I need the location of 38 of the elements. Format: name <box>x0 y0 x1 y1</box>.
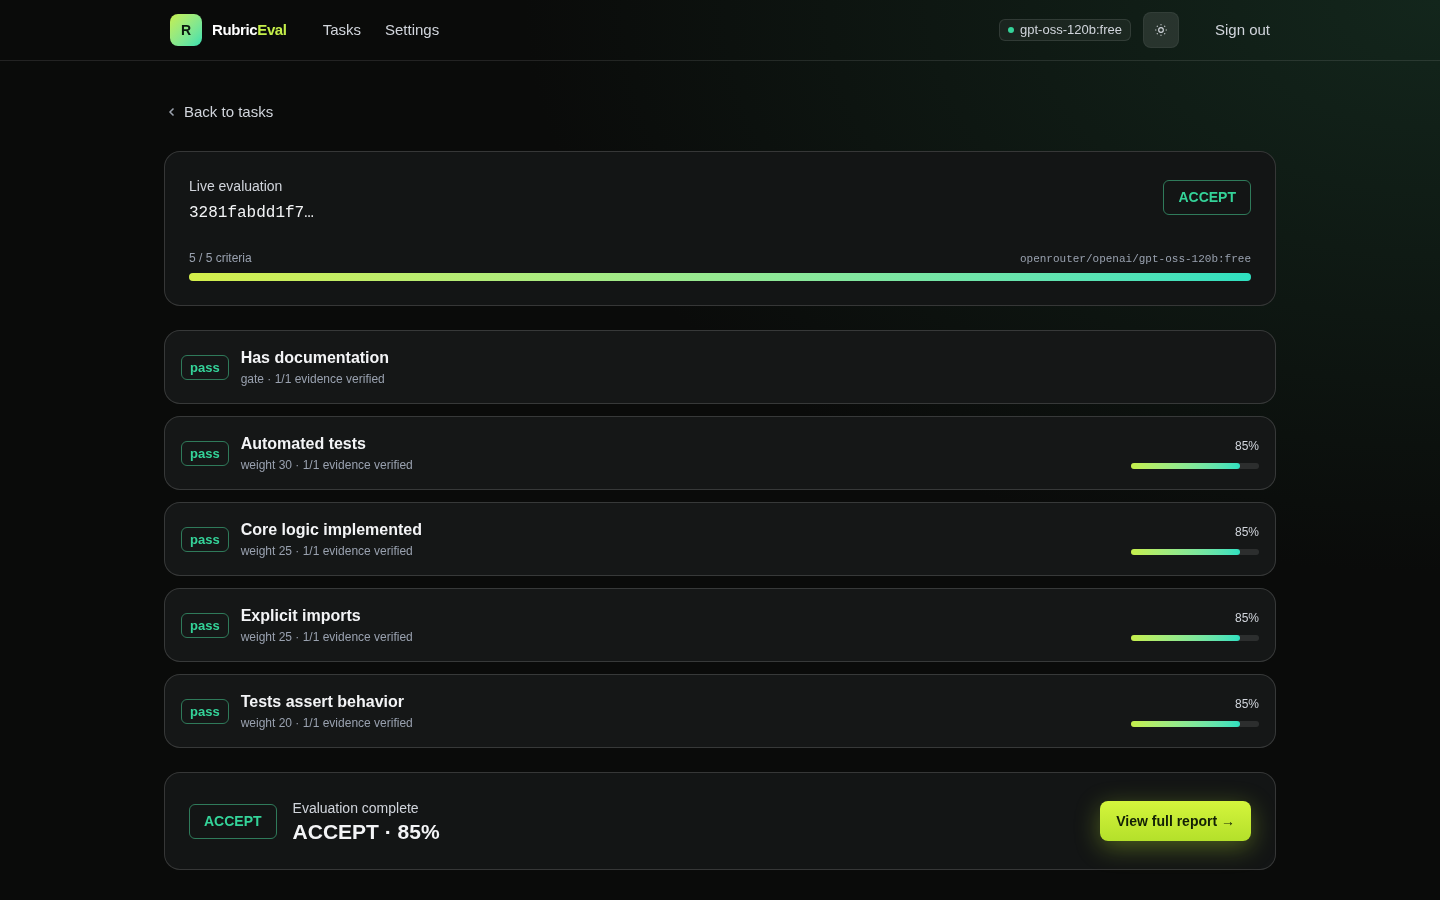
status-badge: pass <box>181 612 229 638</box>
status-badge: pass <box>181 698 229 724</box>
evaluation-id: 3281fabdd1f7… <box>189 203 314 225</box>
verdict-badge: ACCEPT <box>1163 180 1251 216</box>
score-text: 85% <box>1234 696 1259 714</box>
card-label: Live evaluation <box>189 177 284 197</box>
summary-label: Evaluation complete <box>292 798 420 818</box>
criterion-title: Explicit imports <box>240 606 362 627</box>
criterion-meta: gate · 1/1 evidence verified <box>240 371 386 389</box>
score-text: 85% <box>1234 610 1259 628</box>
score-text: 85% <box>1234 438 1259 456</box>
criterion-title: Tests assert behavior <box>240 692 405 713</box>
nav-link[interactable]: Tasks <box>322 18 361 42</box>
criterion-meta: weight 25 · 1/1 evidence verified <box>240 629 413 647</box>
status-badge: pass <box>181 526 229 552</box>
sun-icon <box>1153 23 1168 37</box>
criterion-meta: weight 25 · 1/1 evidence verified <box>240 543 414 561</box>
criterion-meta: weight 20 · 1/1 evidence verified <box>240 715 413 733</box>
model-path: openrouter/openai/gpt-oss-120b:free <box>1019 251 1251 267</box>
model-badge: gpt-oss-120b:free <box>999 19 1131 41</box>
theme-toggle-button[interactable] <box>1142 12 1179 48</box>
criterion-title: Core logic implemented <box>240 520 422 541</box>
status-badge: pass <box>181 440 229 466</box>
progress-text: 5 / 5 criteria <box>189 250 252 268</box>
chevron-left-icon <box>168 107 176 118</box>
criterion-title: Has documentation <box>240 348 390 369</box>
logo-icon: R <box>170 14 202 46</box>
summary-result: ACCEPT · 85% <box>292 818 440 845</box>
back-link[interactable]: Back to tasks <box>168 101 274 124</box>
view-report-button[interactable]: View full report → <box>1100 801 1251 842</box>
sign-out-link[interactable]: Sign out <box>1214 18 1270 42</box>
status-badge: pass <box>181 354 229 380</box>
verdict-badge: ACCEPT <box>189 803 277 839</box>
nav-link[interactable]: Settings <box>384 18 440 42</box>
criterion-title: Automated tests <box>240 434 367 455</box>
score-text: 85% <box>1234 524 1259 542</box>
criterion-meta: weight 30 · 1/1 evidence verified <box>240 457 413 475</box>
brand-name[interactable]: RubricEval <box>212 18 287 42</box>
